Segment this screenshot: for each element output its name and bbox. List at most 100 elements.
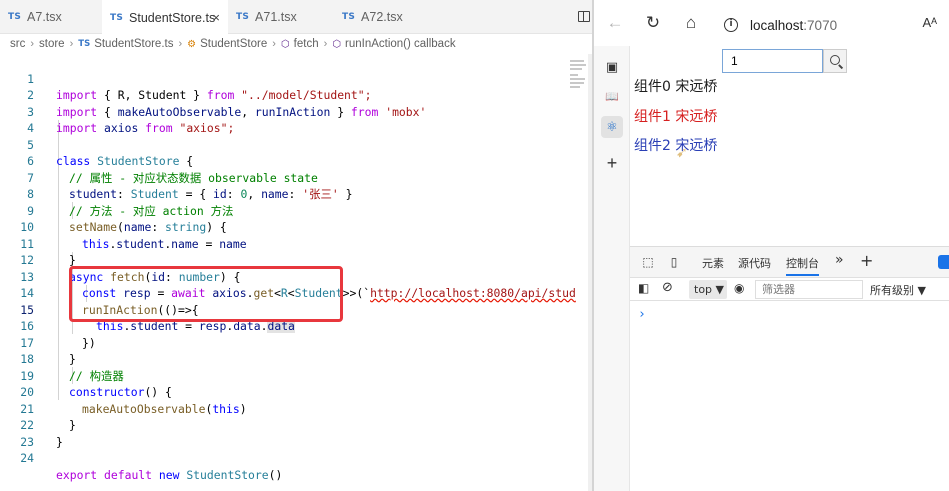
close-icon[interactable]: × bbox=[212, 10, 220, 25]
add-icon[interactable]: + bbox=[601, 152, 623, 174]
breadcrumb-separator: › bbox=[69, 38, 74, 50]
reading-icon[interactable]: 📖 bbox=[601, 86, 623, 108]
tab-label: StudentStore.ts bbox=[129, 11, 216, 25]
typescript-icon: TS bbox=[78, 39, 91, 49]
minimap-line bbox=[570, 78, 585, 80]
console-filter-bar: ◧ ⊘ top ▼ ◉ 筛选器 所有级别 ▼ bbox=[630, 277, 949, 301]
minimap-line bbox=[570, 74, 578, 76]
method-icon: ⬡ bbox=[332, 38, 341, 50]
code-line: 6 // 属性 - 对应状态数据 observable state bbox=[0, 137, 566, 185]
code-line: 21 } bbox=[0, 384, 566, 433]
context-select[interactable]: top ▼ bbox=[689, 280, 727, 299]
tab-a7[interactable]: TS A7.tsx bbox=[0, 0, 102, 34]
tab-a72[interactable]: TS A72.tsx bbox=[334, 0, 444, 34]
tab-elements[interactable]: 元素 bbox=[702, 255, 724, 271]
more-tabs-icon[interactable]: » bbox=[835, 252, 844, 268]
code-line: 8 // 方法 - 对应 action 方法 bbox=[0, 170, 566, 218]
code-editor[interactable]: TS A7.tsx TS StudentStore.ts × TS A71.ts… bbox=[0, 0, 592, 491]
minimap[interactable] bbox=[566, 54, 590, 491]
highlight-annotation-box bbox=[69, 266, 343, 322]
breadcrumb-item-class[interactable]: StudentStore bbox=[200, 38, 267, 50]
code-line: 2 import { makeAutoObservable, runInActi… bbox=[0, 71, 566, 119]
breadcrumb-separator: › bbox=[178, 38, 183, 50]
code-line: 4 bbox=[0, 104, 566, 135]
tab-studentstore[interactable]: TS StudentStore.ts × bbox=[102, 0, 228, 35]
sidebar-toggle-icon[interactable]: ◧ bbox=[638, 281, 649, 295]
breadcrumb: src › store › TS StudentStore.ts › ⚙ Stu… bbox=[0, 34, 592, 54]
breadcrumb-item-store[interactable]: store bbox=[39, 38, 65, 50]
split-editor-button[interactable] bbox=[576, 0, 592, 34]
tab-label: A72.tsx bbox=[361, 10, 403, 24]
search-input[interactable] bbox=[722, 49, 823, 73]
search-button[interactable] bbox=[823, 49, 847, 73]
code-line: 10 this.student.name = name bbox=[0, 203, 566, 251]
console-prompt[interactable]: › bbox=[638, 307, 646, 322]
tab-a71[interactable]: TS A71.tsx bbox=[228, 0, 334, 34]
tab-console[interactable]: 控制台 bbox=[786, 255, 819, 276]
code-line: 12 async fetch(id: number) { bbox=[0, 236, 566, 284]
class-icon: ⚙ bbox=[187, 38, 197, 50]
address-port: :7070 bbox=[803, 17, 838, 33]
address-host: localhost bbox=[750, 17, 804, 33]
react-devtools-icon[interactable]: ⚛ bbox=[601, 116, 623, 138]
address-bar[interactable]: i localhost:7070 bbox=[724, 15, 837, 35]
search-icon bbox=[830, 55, 840, 65]
breadcrumb-item-src[interactable]: src bbox=[10, 38, 25, 50]
back-arrow-icon[interactable]: ← bbox=[604, 12, 626, 34]
read-aloud-icon[interactable]: Aᴬ bbox=[922, 15, 937, 30]
minimap-line bbox=[570, 86, 580, 88]
code-line: 22 } bbox=[0, 401, 566, 449]
code-line: 3 import axios from "axios"; bbox=[0, 87, 566, 136]
typescript-icon: TS bbox=[110, 13, 124, 23]
home-icon[interactable]: ⌂ bbox=[680, 12, 702, 34]
tab-sources[interactable]: 源代码 bbox=[738, 255, 771, 271]
typescript-icon: TS bbox=[8, 12, 22, 22]
add-tab-icon[interactable]: + bbox=[860, 251, 873, 270]
code-line: 1 import { R, Student } from "../model/S… bbox=[0, 54, 566, 103]
tabs-icon[interactable]: ▣ bbox=[601, 56, 623, 78]
device-emulation-icon[interactable]: ▯ bbox=[666, 254, 682, 270]
breadcrumb-item-callback[interactable]: runInAction() callback bbox=[345, 38, 456, 50]
split-editor-icon bbox=[578, 11, 590, 22]
console-filter-input[interactable]: 筛选器 bbox=[755, 280, 863, 299]
breadcrumb-separator: › bbox=[272, 38, 276, 50]
minimap-line bbox=[570, 68, 582, 70]
minimap-line bbox=[570, 82, 584, 84]
breadcrumb-separator: › bbox=[323, 38, 328, 50]
component-0-label: 组件0 宋远桥 bbox=[634, 79, 718, 95]
breadcrumb-item-file[interactable]: StudentStore.ts bbox=[94, 38, 173, 50]
component-1-label: 组件1 宋远桥 bbox=[634, 109, 718, 125]
devtools-panel: ⬚ ▯ 元素 源代码 控制台 » + ◧ ⊘ top ▼ ◉ 筛选器 所有级别 … bbox=[630, 246, 949, 491]
minimap-line bbox=[570, 64, 586, 66]
inspect-element-icon[interactable]: ⬚ bbox=[640, 254, 656, 270]
browser-window: ← ↻ ⌂ i localhost:7070 Aᴬ ▣ 📖 ⚛ + 组件0 宋远… bbox=[594, 0, 949, 491]
reload-icon[interactable]: ↻ bbox=[642, 12, 664, 34]
tab-label: A7.tsx bbox=[27, 10, 62, 24]
mouse-cursor-icon: ➹ bbox=[676, 144, 688, 160]
browser-sidebar: ▣ 📖 ⚛ + bbox=[594, 46, 630, 491]
breadcrumb-item-method[interactable]: fetch bbox=[294, 38, 319, 50]
log-levels-dropdown[interactable]: 所有级别 ▼ bbox=[870, 282, 926, 298]
code-line: 18 // 构造器 bbox=[0, 335, 566, 383]
line-content: export default new StudentStore() bbox=[56, 467, 283, 482]
code-line: 24 export default new StudentStore() bbox=[0, 434, 566, 482]
minimap-line bbox=[570, 60, 584, 62]
code-line: 7 student: Student = { id: 0, name: '张三'… bbox=[0, 153, 566, 202]
info-icon[interactable]: i bbox=[724, 18, 738, 32]
code-line: 20 makeAutoObservable(this) bbox=[0, 368, 566, 416]
typescript-icon: TS bbox=[236, 12, 250, 22]
tab-label: A71.tsx bbox=[255, 10, 297, 24]
code-line: 11 } bbox=[0, 219, 566, 268]
web-page: 组件0 宋远桥 组件1 宋远桥 组件2 宋远桥 ➹ bbox=[630, 46, 949, 246]
code-line: 9 setName(name: string) { bbox=[0, 186, 566, 235]
code-line: 23 bbox=[0, 417, 566, 449]
editor-tab-bar: TS A7.tsx TS StudentStore.ts × TS A71.ts… bbox=[0, 0, 592, 35]
code-line: 5 class StudentStore { bbox=[0, 120, 566, 169]
method-icon: ⬡ bbox=[280, 38, 290, 50]
devtools-tab-bar: ⬚ ▯ 元素 源代码 控制台 » + bbox=[630, 247, 949, 277]
code-line: 19 constructor() { bbox=[0, 351, 566, 400]
issues-badge-icon[interactable] bbox=[938, 255, 949, 269]
clear-console-icon[interactable]: ⊘ bbox=[662, 280, 673, 295]
live-expression-eye-icon[interactable]: ◉ bbox=[734, 281, 744, 295]
browser-toolbar: ← ↻ ⌂ i localhost:7070 Aᴬ bbox=[594, 0, 949, 46]
